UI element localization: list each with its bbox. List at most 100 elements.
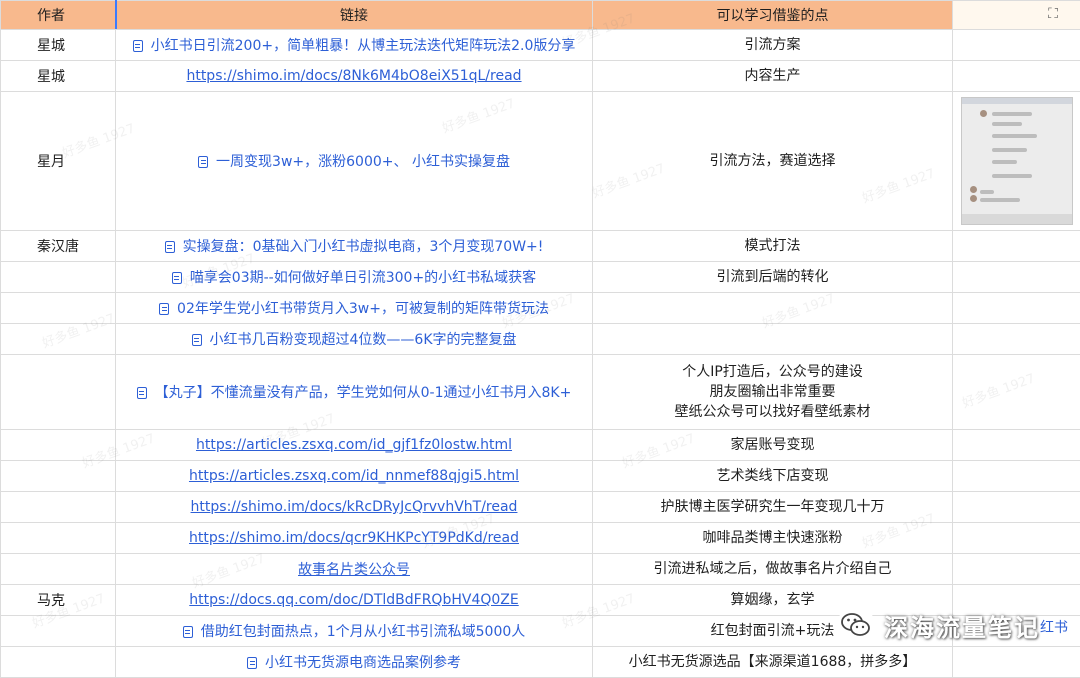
table-row: 星城 https://shimo.im/docs/8Nk6M4bO8eiX51qL… [1, 61, 1080, 92]
link-cell[interactable]: 一周变现3w+，涨粉6000+、 小红书实操复盘 [116, 92, 593, 231]
author-cell[interactable]: 星月 [1, 92, 116, 231]
header-link[interactable]: 链接 [116, 1, 593, 30]
extra-cell[interactable] [953, 231, 1080, 262]
link-cell[interactable]: 02年学生党小红书带货月入3w+，可被复制的矩阵带货玩法 [116, 293, 593, 324]
author-cell[interactable] [1, 430, 116, 461]
link-cell[interactable]: 故事名片类公众号 [116, 554, 593, 585]
link-cell[interactable]: 借助红包封面热点，1个月从小红书引流私域5000人 [116, 616, 593, 647]
extra-cell[interactable] [953, 554, 1080, 585]
table-row: https://shimo.im/docs/qcr9KHKPcYT9PdKd/r… [1, 523, 1080, 554]
table-row: 小红书无货源电商选品案例参考小红书无货源选品【来源渠道1688，拼多多】 [1, 647, 1080, 678]
author-cell[interactable]: 星城 [1, 61, 116, 92]
author-cell[interactable] [1, 461, 116, 492]
url-link[interactable]: 故事名片类公众号 [298, 562, 410, 578]
note-cell[interactable]: 护肤博主医学研究生一年变现几十万 [593, 492, 953, 523]
link-cell[interactable]: 小红书无货源电商选品案例参考 [116, 647, 593, 678]
author-cell[interactable] [1, 355, 116, 430]
url-link[interactable]: https://shimo.im/docs/qcr9KHKPcYT9PdKd/r… [189, 530, 519, 546]
note-cell[interactable]: 艺术类线下店变现 [593, 461, 953, 492]
table-row: 02年学生党小红书带货月入3w+，可被复制的矩阵带货玩法 [1, 293, 1080, 324]
extra-cell[interactable] [953, 355, 1080, 430]
extra-cell[interactable] [953, 61, 1080, 92]
column-selection-border [115, 0, 117, 29]
extra-cell[interactable] [953, 293, 1080, 324]
extra-cell[interactable] [953, 30, 1080, 61]
link-cell[interactable]: https://shimo.im/docs/kRcDRyJcQrvvhVhT/r… [116, 492, 593, 523]
note-line: 朋友圈输出非常重要 [593, 382, 952, 402]
note-cell[interactable]: 个人IP打造后，公众号的建设朋友圈输出非常重要壁纸公众号可以找好看壁纸素材 [593, 355, 953, 430]
link-cell[interactable]: 【丸子】不懂流量没有产品，学生党如何从0-1通过小红书月入8K+ [116, 355, 593, 430]
extra-cell[interactable] [953, 647, 1080, 678]
extra-cell[interactable] [953, 492, 1080, 523]
doc-link[interactable]: 【丸子】不懂流量没有产品，学生党如何从0-1通过小红书月入8K+ [155, 385, 572, 401]
author-cell[interactable] [1, 324, 116, 355]
note-cell[interactable]: 咖啡品类博主快速涨粉 [593, 523, 953, 554]
header-author[interactable]: 作者 [1, 1, 116, 30]
link-cell[interactable]: 小红书日引流200+，简单粗暴！从博主玩法迭代矩阵玩法2.0版分享 [116, 30, 593, 61]
author-cell[interactable] [1, 262, 116, 293]
url-link[interactable]: https://shimo.im/docs/8Nk6M4bO8eiX51qL/r… [186, 68, 521, 84]
author-cell[interactable] [1, 554, 116, 585]
doc-icon [133, 40, 143, 52]
author-cell[interactable] [1, 492, 116, 523]
link-cell[interactable]: https://shimo.im/docs/8Nk6M4bO8eiX51qL/r… [116, 61, 593, 92]
author-cell[interactable]: 秦汉唐 [1, 231, 116, 262]
link-cell[interactable]: https://docs.qq.com/doc/DTldBdFRQbHV4Q0Z… [116, 585, 593, 616]
doc-icon [165, 241, 175, 253]
note-cell[interactable]: 引流进私域之后，做故事名片介绍自己 [593, 554, 953, 585]
doc-icon [137, 387, 147, 399]
doc-icon [247, 657, 257, 669]
table-row: 故事名片类公众号 引流进私域之后，做故事名片介绍自己 [1, 554, 1080, 585]
extra-cell[interactable] [953, 523, 1080, 554]
chat-screenshot-image[interactable] [961, 97, 1073, 225]
brand-watermark: 深海流量笔记 [836, 603, 1040, 647]
doc-link[interactable]: 02年学生党小红书带货月入3w+，可被复制的矩阵带货玩法 [177, 301, 549, 317]
link-cell[interactable]: https://shimo.im/docs/qcr9KHKPcYT9PdKd/r… [116, 523, 593, 554]
note-cell[interactable]: 内容生产 [593, 61, 953, 92]
table-row: https://shimo.im/docs/kRcDRyJcQrvvhVhT/r… [1, 492, 1080, 523]
link-cell[interactable]: https://articles.zsxq.com/id_nnmef88qjgi… [116, 461, 593, 492]
link-cell[interactable]: https://articles.zsxq.com/id_gjf1fz0lost… [116, 430, 593, 461]
link-cell[interactable]: 喵享会03期--如何做好单日引流300+的小红书私域获客 [116, 262, 593, 293]
note-cell[interactable] [593, 293, 953, 324]
note-cell[interactable]: 引流方案 [593, 30, 953, 61]
url-link[interactable]: https://shimo.im/docs/kRcDRyJcQrvvhVhT/r… [191, 499, 518, 515]
extra-cell[interactable] [953, 92, 1080, 231]
doc-icon [192, 334, 202, 346]
note-cell[interactable]: 引流方法，赛道选择 [593, 92, 953, 231]
spreadsheet: 作者 链接 可以学习借鉴的点 星城 小红书日引流200+，简单粗暴！从博主玩法迭代… [0, 0, 1080, 669]
link-cell[interactable]: 小红书几百粉变现超过4位数——6K字的完整复盘 [116, 324, 593, 355]
extra-cell[interactable] [953, 430, 1080, 461]
note-cell[interactable]: 小红书无货源选品【来源渠道1688，拼多多】 [593, 647, 953, 678]
overflow-cell-text: 红书 [1040, 617, 1068, 637]
url-link[interactable]: https://docs.qq.com/doc/DTldBdFRQbHV4Q0Z… [189, 592, 518, 608]
note-cell[interactable]: 引流到后端的转化 [593, 262, 953, 293]
author-cell[interactable]: 星城 [1, 30, 116, 61]
author-cell[interactable] [1, 647, 116, 678]
header-note[interactable]: 可以学习借鉴的点 [593, 1, 953, 30]
extra-cell[interactable] [953, 262, 1080, 293]
note-cell[interactable]: 家居账号变现 [593, 430, 953, 461]
link-cell[interactable]: 实操复盘：0基础入门小红书虚拟电商，3个月变现70W+! [116, 231, 593, 262]
note-cell[interactable]: 模式打法 [593, 231, 953, 262]
note-cell[interactable] [593, 324, 953, 355]
author-cell[interactable]: 马克 [1, 585, 116, 616]
doc-icon [172, 272, 182, 284]
doc-link[interactable]: 一周变现3w+，涨粉6000+、 小红书实操复盘 [216, 154, 510, 170]
table-row: 星城 小红书日引流200+，简单粗暴！从博主玩法迭代矩阵玩法2.0版分享 引流方案 [1, 30, 1080, 61]
author-cell[interactable] [1, 523, 116, 554]
extra-cell[interactable] [953, 461, 1080, 492]
expand-icon[interactable]: ⛶ [1042, 4, 1064, 24]
data-table: 作者 链接 可以学习借鉴的点 星城 小红书日引流200+，简单粗暴！从博主玩法迭代… [0, 0, 1080, 678]
author-cell[interactable] [1, 616, 116, 647]
extra-cell[interactable] [953, 324, 1080, 355]
url-link[interactable]: https://articles.zsxq.com/id_nnmef88qjgi… [189, 468, 519, 484]
doc-link[interactable]: 借助红包封面热点，1个月从小红书引流私域5000人 [201, 624, 526, 640]
doc-link[interactable]: 小红书几百粉变现超过4位数——6K字的完整复盘 [210, 332, 517, 348]
url-link[interactable]: https://articles.zsxq.com/id_gjf1fz0lost… [196, 437, 512, 453]
doc-link[interactable]: 实操复盘：0基础入门小红书虚拟电商，3个月变现70W+! [183, 239, 544, 255]
author-cell[interactable] [1, 293, 116, 324]
table-row: 喵享会03期--如何做好单日引流300+的小红书私域获客 引流到后端的转化 [1, 262, 1080, 293]
doc-link[interactable]: 小红书日引流200+，简单粗暴！从博主玩法迭代矩阵玩法2.0版分享 [151, 38, 576, 54]
doc-link[interactable]: 喵享会03期--如何做好单日引流300+的小红书私域获客 [190, 270, 536, 286]
